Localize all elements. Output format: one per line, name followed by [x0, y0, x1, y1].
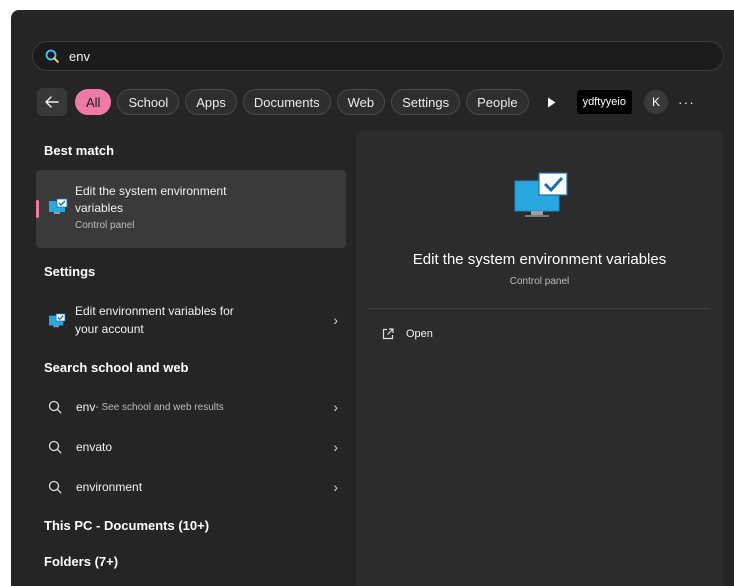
web-result-item[interactable]: envato ›	[36, 437, 346, 457]
filter-chip-people[interactable]: People	[466, 89, 529, 115]
best-match-heading: Best match	[44, 143, 115, 158]
divider	[369, 308, 709, 309]
this-pc-documents-heading[interactable]: This PC - Documents (10+)	[44, 518, 209, 533]
open-label: Open	[406, 328, 433, 340]
filter-bar: All School Apps Documents Web Settings P…	[37, 88, 695, 116]
web-result-label: envato	[76, 440, 113, 454]
filter-chip-settings[interactable]: Settings	[391, 89, 461, 115]
open-external-icon	[382, 328, 394, 340]
open-button[interactable]: Open	[382, 328, 433, 340]
search-panel: env All School Apps Documents Web Settin…	[11, 10, 734, 586]
back-button[interactable]	[37, 88, 67, 116]
user-account-chip[interactable]: ydftyyeio	[576, 90, 632, 114]
system-properties-icon	[49, 313, 66, 328]
search-input[interactable]: env	[32, 41, 724, 71]
setting-title-line2: your account	[75, 322, 144, 336]
system-properties-icon	[514, 172, 568, 217]
selection-indicator	[36, 200, 39, 218]
chevron-right-icon: ›	[333, 312, 338, 328]
web-result-item[interactable]: env - See school and web results ›	[36, 397, 346, 417]
web-result-label: environment	[76, 480, 143, 494]
web-result-label: env	[76, 400, 96, 414]
play-icon	[548, 97, 556, 107]
folders-heading[interactable]: Folders (7+)	[44, 554, 118, 569]
setting-title-line1: Edit environment variables for	[75, 304, 234, 318]
setting-result-env-vars[interactable]: Edit environment variables for your acco…	[36, 300, 346, 342]
filter-chip-school[interactable]: School	[117, 89, 180, 115]
web-result-item[interactable]: environment ›	[36, 477, 346, 497]
search-icon	[48, 480, 62, 494]
web-result-hint: - See school and web results	[95, 401, 224, 413]
preview-title: Edit the system environment variables	[412, 251, 667, 268]
best-match-title-line1: Edit the system environment	[75, 184, 227, 198]
avatar[interactable]: K	[643, 90, 668, 114]
chevron-right-icon: ›	[333, 399, 338, 415]
search-query[interactable]: env	[69, 49, 90, 64]
chevron-right-icon: ›	[333, 439, 338, 455]
search-icon	[48, 440, 62, 454]
best-match-result[interactable]: Edit the system environment variables Co…	[36, 170, 346, 248]
web-search-heading: Search school and web	[44, 360, 189, 375]
preview-pane: Edit the system environment variables Co…	[356, 131, 723, 586]
search-icon	[45, 49, 59, 63]
arrow-left-icon	[45, 96, 59, 108]
filter-chip-web[interactable]: Web	[336, 89, 386, 115]
preview-subtitle: Control panel	[509, 276, 570, 287]
search-icon	[48, 400, 62, 414]
more-options-button[interactable]: ···	[678, 94, 695, 110]
chevron-right-icon: ›	[333, 479, 338, 495]
best-match-subtitle: Control panel	[75, 220, 135, 231]
filter-chip-apps[interactable]: Apps	[185, 89, 237, 115]
settings-heading: Settings	[44, 264, 96, 279]
filter-chip-documents[interactable]: Documents	[242, 89, 331, 115]
more-filters-button[interactable]	[539, 89, 565, 115]
system-properties-icon	[49, 198, 68, 214]
filter-chip-all[interactable]: All	[75, 89, 112, 115]
best-match-title-line2: variables	[75, 201, 124, 215]
